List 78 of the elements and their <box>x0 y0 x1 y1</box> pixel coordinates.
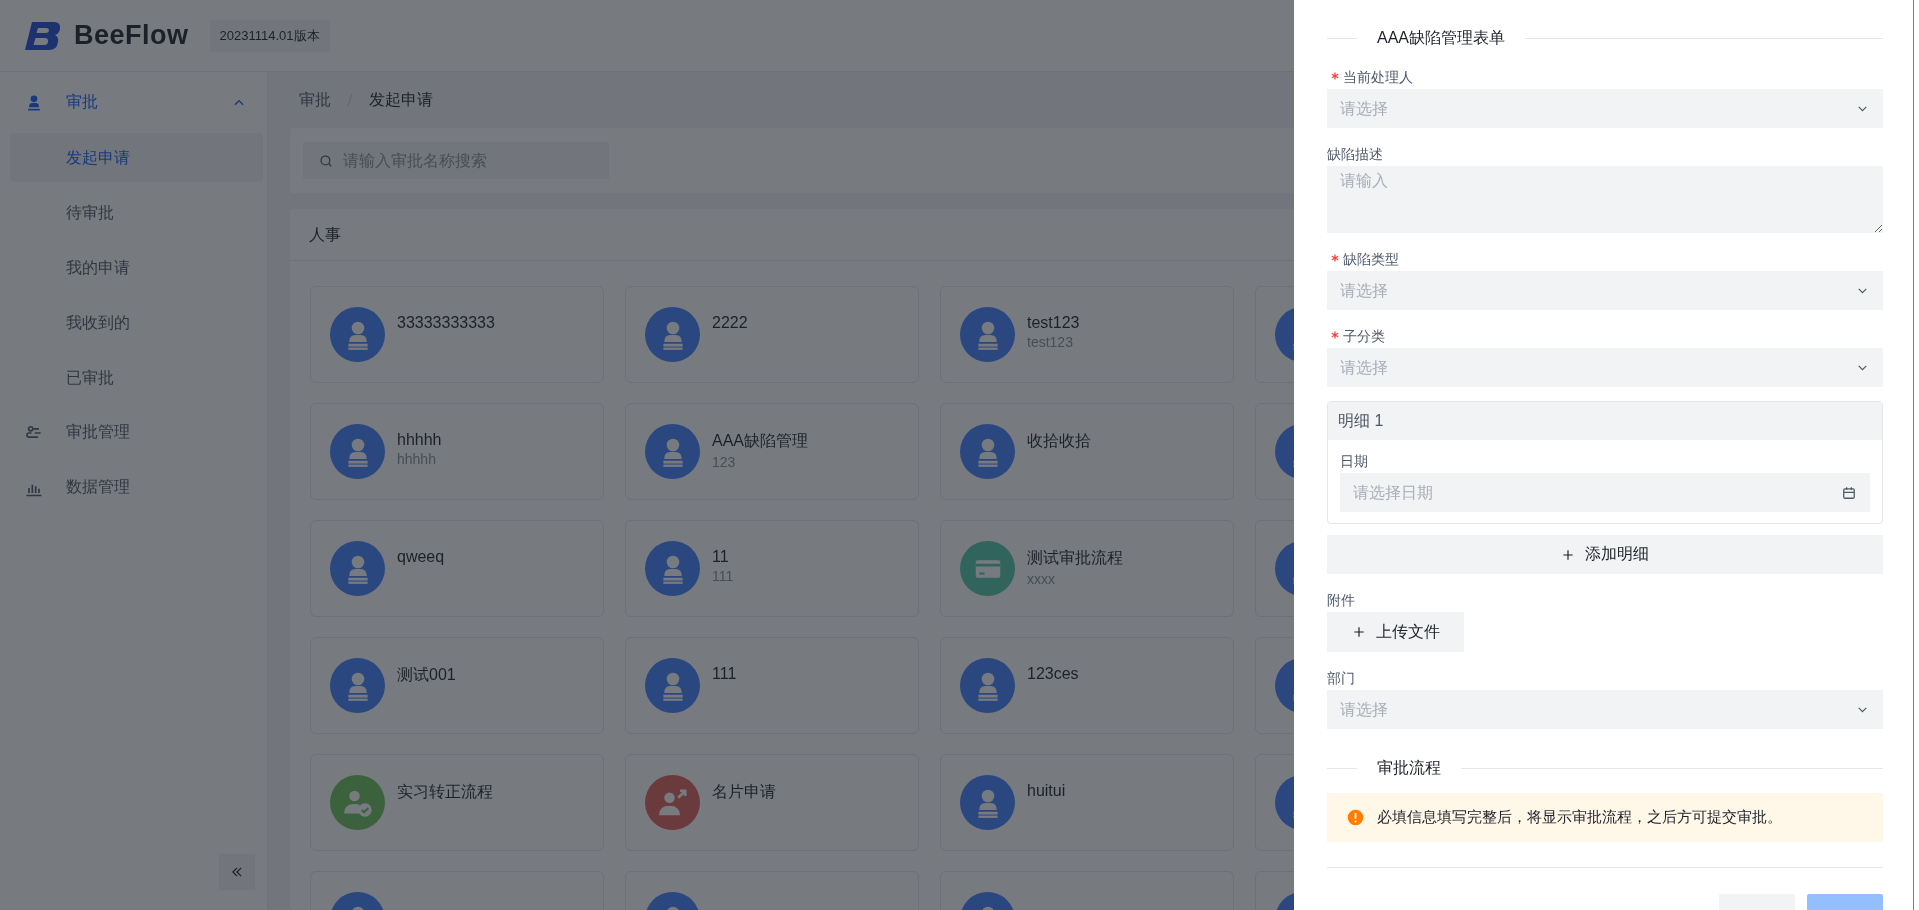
version-tag: 20231114.01版本 <box>209 19 330 52</box>
card-title: 收拾收拾 <box>1027 430 1091 451</box>
breadcrumb-item: 发起申请 <box>369 89 433 110</box>
field-label: 部门 <box>1327 670 1355 686</box>
approval-card[interactable]: 测试001 <box>310 637 604 734</box>
search-icon <box>319 154 333 168</box>
avatar-icon <box>330 307 385 362</box>
card-title: huitui <box>1027 781 1066 800</box>
upload-button[interactable]: 上传文件 <box>1327 612 1464 652</box>
submenu-item[interactable]: 发起申请 <box>10 133 263 182</box>
logo-icon <box>24 20 61 51</box>
card-title: 测试001 <box>397 664 456 685</box>
section-title: 审批流程 <box>1377 757 1441 778</box>
avatar-icon <box>645 775 700 830</box>
approval-card[interactable]: qweeq <box>310 520 604 617</box>
card-title: 33333333333 <box>397 313 495 332</box>
select-field[interactable]: 请选择 <box>1327 348 1883 387</box>
avatar-icon <box>960 541 1015 596</box>
date-field[interactable]: 请选择日期 <box>1340 473 1870 512</box>
detail-header: 明细 1 <box>1328 402 1882 440</box>
menu-item[interactable]: 审批 <box>10 78 263 127</box>
approval-card[interactable]: 123ces <box>940 637 1234 734</box>
card-title: 名片申请 <box>712 781 776 802</box>
avatar-icon <box>330 775 385 830</box>
avatar-icon <box>645 424 700 479</box>
avatar-icon <box>645 658 700 713</box>
approval-card[interactable]: 2222 <box>625 286 919 383</box>
add-detail-button[interactable]: 添加明细 <box>1327 535 1883 574</box>
avatar-icon <box>330 541 385 596</box>
plus-icon <box>1561 547 1575 562</box>
approval-card[interactable]: 收拾收拾 <box>940 403 1234 500</box>
avatar-icon <box>645 541 700 596</box>
form-title: AAA缺陷管理表单 <box>1377 27 1505 48</box>
card-title: 11 <box>712 547 730 566</box>
avatar-icon <box>960 775 1015 830</box>
submenu-item[interactable]: 待审批 <box>10 188 263 237</box>
field-label: 附件 <box>1327 592 1355 608</box>
collapse-button[interactable] <box>219 854 255 890</box>
avatar-icon <box>330 424 385 479</box>
submenu-item[interactable]: 我收到的 <box>10 298 263 347</box>
select-field[interactable]: 请选择 <box>1327 271 1883 310</box>
avatar-icon <box>960 658 1015 713</box>
double-chevron-left-icon <box>230 865 244 879</box>
avatar-icon <box>645 307 700 362</box>
menu-item[interactable]: 数据管理 <box>10 463 263 512</box>
card-title: 123ces <box>1027 664 1079 683</box>
field-label: 缺陷描述 <box>1327 146 1383 162</box>
card-title: 测试审批流程 <box>1027 547 1123 568</box>
calendar-icon <box>1842 486 1856 500</box>
brand-name: BeeFlow <box>74 20 189 51</box>
submenu-item[interactable]: 我的申请 <box>10 243 263 292</box>
field-label: 子分类 <box>1343 328 1385 344</box>
card-title: 111 <box>712 664 737 683</box>
approval-card[interactable]: 名片申请 <box>625 754 919 851</box>
alert-message: 必填信息填写完整后，将显示审批流程，之后方可提交审批。 <box>1377 808 1782 827</box>
approval-card[interactable]: 实习转正流程 <box>310 754 604 851</box>
approval-card[interactable]: huitui <box>940 754 1234 851</box>
card-title: 实习转正流程 <box>397 781 493 802</box>
card-title: AAA缺陷管理 <box>712 430 808 451</box>
card-title: 2222 <box>712 313 748 332</box>
card-title: test123 <box>1027 313 1080 332</box>
field-label: 当前处理人 <box>1343 69 1413 85</box>
approval-card[interactable]: 33333333333 <box>310 286 604 383</box>
select-field[interactable]: 请选择 <box>1327 690 1883 729</box>
card-title: hhhhh <box>397 430 442 449</box>
menu-item[interactable]: 审批管理 <box>10 408 263 457</box>
avatar-icon <box>330 658 385 713</box>
avatar-icon <box>960 307 1015 362</box>
textarea-field[interactable]: 请输入 <box>1327 166 1883 233</box>
approval-card[interactable]: 111 <box>625 637 919 734</box>
field-label: 日期 <box>1340 453 1368 469</box>
plus-icon <box>1351 625 1366 639</box>
submenu-item[interactable]: 已审批 <box>10 353 263 402</box>
breadcrumb-item[interactable]: 审批 <box>299 89 331 111</box>
warning-icon <box>1347 809 1364 826</box>
avatar-icon <box>960 424 1015 479</box>
select-field[interactable]: 请选择 <box>1327 89 1883 128</box>
card-title: qweeq <box>397 547 445 566</box>
